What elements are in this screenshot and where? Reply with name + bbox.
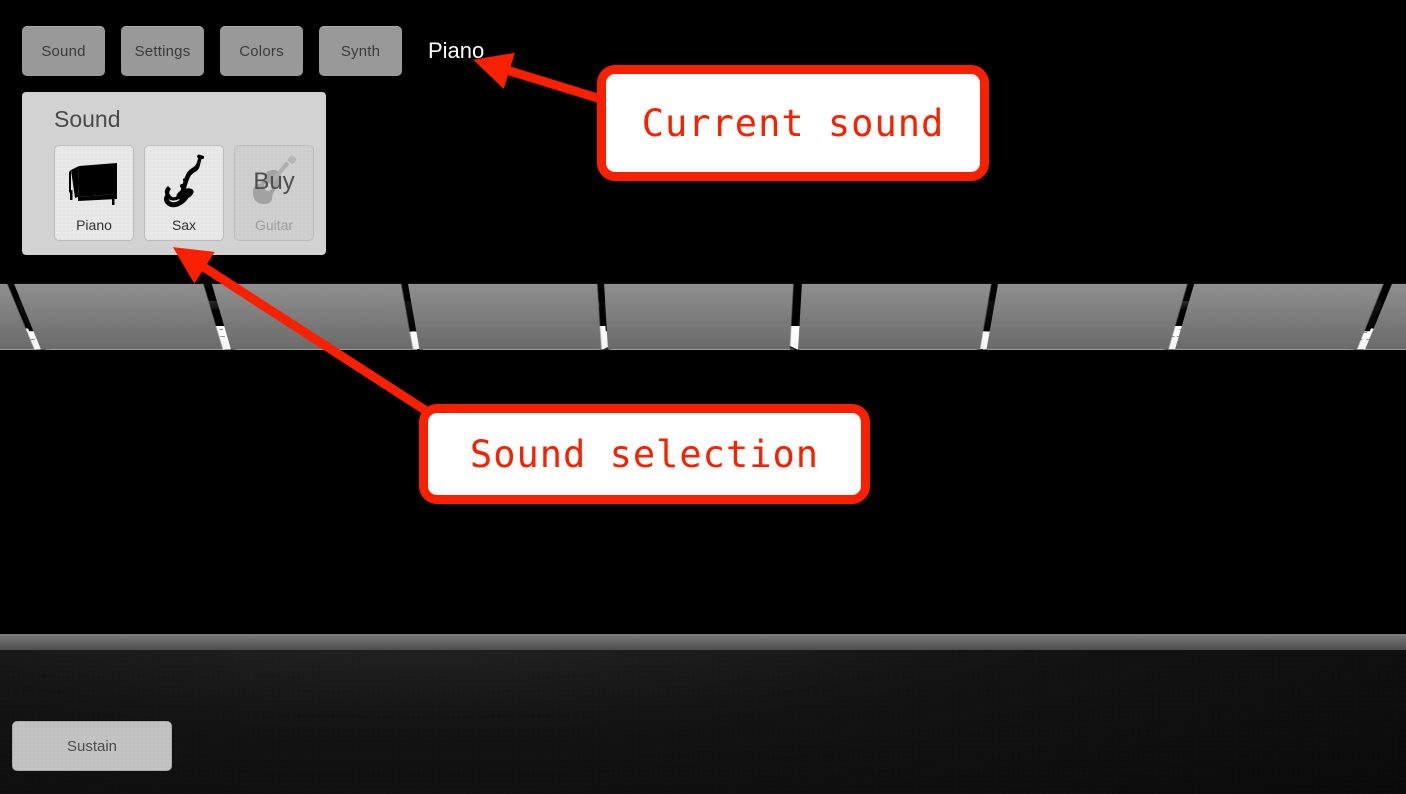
piano-app-window: Sustain Sound Settings Colors Synth Pian… [0, 0, 1406, 794]
sound-option-piano[interactable]: Piano [54, 145, 134, 241]
white-key-front [14, 283, 224, 350]
saxophone-icon [145, 146, 223, 217]
white-key-front [604, 283, 795, 350]
callout-current-sound: Current sound [597, 65, 989, 181]
white-key[interactable] [604, 283, 795, 350]
callout-sound-selection: Sound selection [419, 404, 870, 504]
sound-option-sax[interactable]: Sax [144, 145, 224, 241]
white-key-front [1175, 283, 1385, 350]
toolbar-button-synth[interactable]: Synth [319, 26, 402, 76]
sound-panel-title: Sound [54, 106, 121, 132]
keyboard-felt-edge [0, 634, 1406, 650]
sound-option-label: Piano [76, 217, 112, 233]
grand-piano-icon [55, 146, 133, 217]
control-panel [0, 634, 1406, 794]
toolbar-buttons: Sound Settings Colors Synth Piano [22, 26, 484, 76]
white-key-front [407, 283, 603, 350]
sustain-button[interactable]: Sustain [12, 721, 172, 771]
toolbar-button-colors[interactable]: Colors [220, 26, 303, 76]
white-key-front [986, 283, 1189, 350]
current-sound-label: Piano [428, 38, 485, 63]
sound-panel[interactable]: Sound Piano Sax Buy Guitar [22, 92, 326, 255]
white-key-front [211, 283, 413, 350]
sound-option-guitar[interactable]: Buy Guitar [234, 145, 314, 241]
buy-overlay-label[interactable]: Buy [235, 168, 313, 196]
toolbar-button-sound[interactable]: Sound [22, 26, 105, 76]
sound-option-label: Guitar [254, 217, 294, 233]
white-key-front [797, 283, 992, 350]
sound-option-label: Sax [171, 217, 197, 233]
keyboard-plane [0, 283, 1406, 350]
toolbar-button-settings[interactable]: Settings [121, 26, 204, 76]
sound-options-list: Piano Sax Buy Guitar [34, 145, 314, 241]
guitar-icon: Buy [235, 146, 313, 217]
